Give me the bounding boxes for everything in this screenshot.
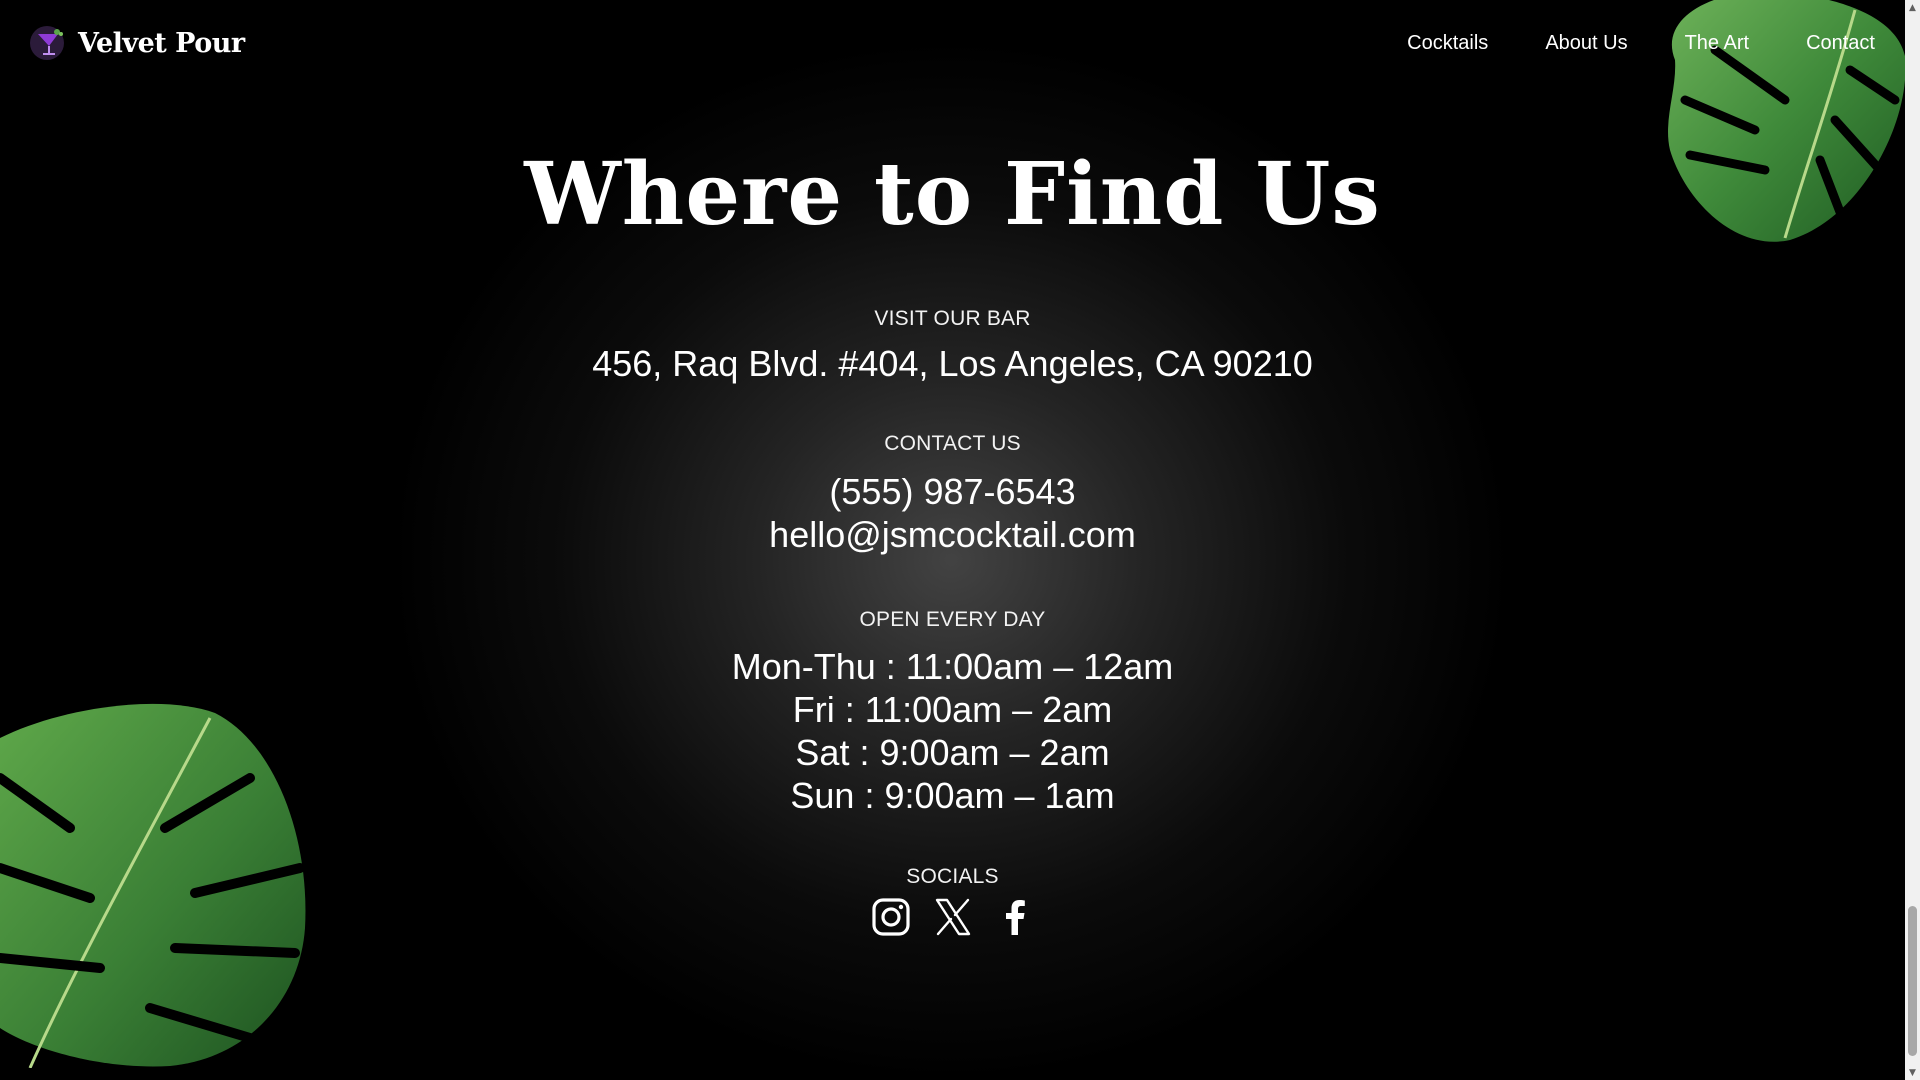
phone-link[interactable]: (555) 987-6543 — [0, 470, 1905, 513]
visit-label: VISIT OUR BAR — [874, 307, 1031, 330]
brand-home-link[interactable]: Velvet Pour — [30, 24, 245, 62]
address-text: 456, Raq Blvd. #404, Los Angeles, CA 902… — [592, 343, 1313, 384]
contact-label: CONTACT US — [884, 432, 1021, 455]
facebook-icon[interactable] — [995, 897, 1035, 937]
x-twitter-icon[interactable] — [933, 897, 973, 937]
nav-link-the-art[interactable]: The Art — [1685, 32, 1749, 55]
brand-name: Velvet Pour — [78, 27, 245, 59]
nav-link-cocktails[interactable]: Cocktails — [1407, 32, 1488, 55]
scroll-down-arrow-icon[interactable]: ▼ — [1905, 1065, 1920, 1080]
page: Velvet Pour Cocktails About Us The Art C… — [0, 0, 1905, 1080]
hours-label: OPEN EVERY DAY — [859, 608, 1046, 631]
scroll-up-arrow-icon[interactable]: ▲ — [1905, 0, 1920, 15]
monstera-leaf-bottom-image — [0, 703, 306, 1068]
nav-link-about-us[interactable]: About Us — [1545, 32, 1627, 55]
scrollbar-thumb[interactable] — [1908, 906, 1917, 1056]
navbar: Velvet Pour Cocktails About Us The Art C… — [0, 0, 1905, 86]
instagram-icon[interactable] — [871, 897, 911, 937]
email-link[interactable]: hello@jsmcocktail.com — [0, 513, 1905, 556]
page-scrollbar[interactable]: ▲ ▼ — [1905, 0, 1920, 1080]
nav-link-contact[interactable]: Contact — [1806, 32, 1875, 55]
cocktail-glass-icon — [30, 26, 64, 60]
nav-links: Cocktails About Us The Art Contact — [1407, 32, 1875, 55]
hours-line-mon-thu: Mon-Thu : 11:00am – 12am — [731, 646, 1174, 687]
